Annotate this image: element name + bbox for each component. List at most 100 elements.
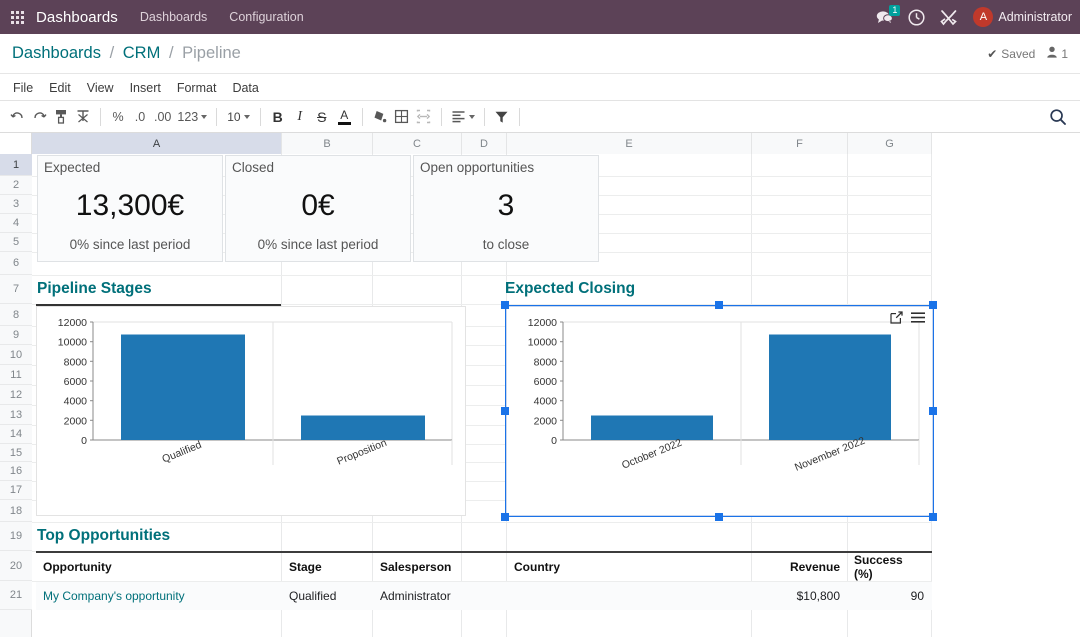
top-right-actions: 1 A Administrator — [876, 0, 1072, 34]
row-header-14[interactable]: 14 — [0, 425, 32, 444]
row-header-2[interactable]: 2 — [0, 176, 32, 195]
strikethrough-button[interactable]: S — [311, 106, 333, 128]
menu-file[interactable]: File — [5, 81, 41, 95]
row-header-12[interactable]: 12 — [0, 385, 32, 405]
wrench-screwdriver-icon[interactable] — [940, 9, 958, 26]
menu-data[interactable]: Data — [224, 81, 266, 95]
row-header-18[interactable]: 18 — [0, 500, 32, 522]
table-cell-country[interactable] — [509, 582, 749, 610]
merge-cells-icon[interactable] — [413, 106, 435, 128]
font-size-select[interactable]: 10 — [223, 110, 253, 124]
row-header-3[interactable]: 3 — [0, 195, 32, 214]
undo-icon[interactable] — [6, 106, 28, 128]
resize-handle-bottom-left[interactable] — [501, 513, 509, 521]
table-header-salesperson[interactable]: Salesperson — [375, 553, 459, 581]
row-header-20[interactable]: 20 — [0, 551, 32, 581]
top-menu-item-dashboards[interactable]: Dashboards — [140, 10, 207, 24]
top-menu-item-configuration[interactable]: Configuration — [229, 10, 303, 24]
row-header-9[interactable]: 9 — [0, 326, 32, 345]
number-format-button[interactable]: 123 — [174, 106, 210, 128]
table-cell-revenue[interactable]: $10,800 — [753, 582, 845, 610]
app-brand-title[interactable]: Dashboards — [36, 9, 118, 26]
paint-format-icon[interactable] — [50, 106, 72, 128]
toolbar-group-history — [0, 105, 100, 129]
hamburger-menu-icon[interactable] — [910, 311, 926, 329]
gridline-h-6 — [32, 275, 932, 276]
row-header-10[interactable]: 10 — [0, 345, 32, 365]
select-all-corner[interactable] — [0, 133, 32, 154]
chart-expected-closing[interactable]: 12000 10000 8000 6000 4000 2000 0 — [506, 306, 933, 516]
clock-icon[interactable] — [908, 9, 925, 26]
increase-decimal-button[interactable]: .00 — [151, 106, 174, 128]
grid-body[interactable]: Expected 13,300€ 0% since last period Cl… — [32, 154, 1080, 637]
borders-icon[interactable] — [391, 106, 413, 128]
row-header-19[interactable]: 19 — [0, 522, 32, 551]
redo-icon[interactable] — [28, 106, 50, 128]
active-users[interactable]: 1 — [1047, 46, 1068, 61]
table-header-success[interactable]: Success (%) — [849, 553, 929, 581]
column-header-c[interactable]: C — [373, 133, 462, 154]
row-header-16[interactable]: 16 — [0, 462, 32, 481]
align-left-icon[interactable] — [448, 106, 478, 128]
resize-handle-top-center[interactable] — [715, 301, 723, 309]
clear-format-icon[interactable] — [72, 106, 94, 128]
table-header-revenue[interactable]: Revenue — [753, 553, 845, 581]
fill-color-icon[interactable] — [369, 106, 391, 128]
table-header-opportunity[interactable]: Opportunity — [38, 553, 278, 581]
table-cell-opportunity[interactable]: My Company's opportunity — [38, 582, 278, 610]
italic-button[interactable]: I — [289, 106, 311, 128]
apps-grid-icon[interactable] — [4, 11, 30, 24]
decrease-decimal-button[interactable]: .0 — [129, 106, 151, 128]
filter-icon[interactable] — [491, 106, 513, 128]
bold-button[interactable]: B — [267, 106, 289, 128]
table-cell-stage[interactable]: Qualified — [284, 582, 370, 610]
search-icon[interactable] — [1046, 106, 1070, 128]
row-header-7[interactable]: 7 — [0, 275, 32, 304]
spreadsheet-area[interactable]: A B C D E F G 1 2 3 4 5 6 7 8 9 10 11 12… — [0, 133, 1080, 637]
row-header-11[interactable]: 11 — [0, 365, 32, 385]
row-header-5[interactable]: 5 — [0, 233, 32, 252]
active-users-count: 1 — [1061, 47, 1068, 61]
resize-handle-middle-right[interactable] — [929, 407, 937, 415]
row-header-1[interactable]: 1 — [0, 154, 32, 176]
resize-handle-middle-left[interactable] — [501, 407, 509, 415]
table-header-stage[interactable]: Stage — [284, 553, 370, 581]
menu-edit[interactable]: Edit — [41, 81, 79, 95]
column-header-b[interactable]: B — [282, 133, 373, 154]
column-header-g[interactable]: G — [848, 133, 932, 154]
menu-format[interactable]: Format — [169, 81, 225, 95]
resize-handle-bottom-right[interactable] — [929, 513, 937, 521]
row-header-15[interactable]: 15 — [0, 444, 32, 462]
breadcrumb-item-dashboards[interactable]: Dashboards — [12, 44, 101, 62]
chart-pipeline-stages[interactable]: 12000 10000 8000 6000 4000 2000 0 — [36, 306, 466, 516]
text-color-button[interactable]: A — [333, 106, 356, 128]
row-header-21[interactable]: 21 — [0, 581, 32, 610]
kpi-card-closed[interactable]: Closed 0€ 0% since last period — [225, 155, 411, 262]
text-color-swatch — [338, 122, 351, 125]
row-header-4[interactable]: 4 — [0, 214, 32, 233]
resize-handle-bottom-center[interactable] — [715, 513, 723, 521]
column-header-d[interactable]: D — [462, 133, 507, 154]
column-header-e[interactable]: E — [507, 133, 752, 154]
resize-handle-top-left[interactable] — [501, 301, 509, 309]
column-header-f[interactable]: F — [752, 133, 848, 154]
table-cell-salesperson[interactable]: Administrator — [375, 582, 459, 610]
resize-handle-top-right[interactable] — [929, 301, 937, 309]
kpi-card-open-opportunities[interactable]: Open opportunities 3 to close — [413, 155, 599, 262]
breadcrumb-item-crm[interactable]: CRM — [123, 44, 161, 62]
percent-format-button[interactable]: % — [107, 106, 129, 128]
open-external-icon[interactable] — [890, 311, 903, 329]
row-header-6[interactable]: 6 — [0, 252, 32, 275]
table-cell-success[interactable]: 90 — [849, 582, 929, 610]
number-format-label: 123 — [177, 110, 198, 124]
row-header-13[interactable]: 13 — [0, 405, 32, 425]
row-header-17[interactable]: 17 — [0, 481, 32, 500]
menu-insert[interactable]: Insert — [122, 81, 169, 95]
table-header-country[interactable]: Country — [509, 553, 749, 581]
chat-bubble-icon[interactable]: 1 — [876, 10, 893, 25]
user-menu[interactable]: A Administrator — [973, 7, 1072, 27]
row-header-8[interactable]: 8 — [0, 304, 32, 326]
column-header-a[interactable]: A — [32, 133, 282, 154]
kpi-card-expected[interactable]: Expected 13,300€ 0% since last period — [37, 155, 223, 262]
menu-view[interactable]: View — [79, 81, 122, 95]
